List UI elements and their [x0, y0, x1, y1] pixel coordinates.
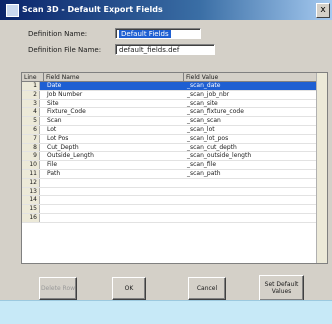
- table-row[interactable]: 3 Site _scan_site: [22, 99, 327, 109]
- grid-scrollbar[interactable]: [316, 73, 327, 263]
- row-number: 6: [22, 125, 40, 134]
- row-number: 7: [22, 134, 40, 143]
- table-row[interactable]: 11 Path _scan_path: [22, 169, 327, 179]
- table-row[interactable]: 7 Lot Pos _scan_lot_pos: [22, 134, 327, 144]
- row-number: 4: [22, 108, 40, 117]
- app-icon: [6, 4, 19, 17]
- field-value-cell[interactable]: _scan_date: [187, 82, 220, 91]
- field-name-cell[interactable]: Fixture_Code: [47, 108, 86, 117]
- grid-header: Line Field Name Field Value: [22, 73, 327, 82]
- fields-grid[interactable]: Line Field Name Field Value 1 Date _scan_d…: [21, 72, 328, 264]
- title-bar: Scan 3D - Default Export Fields x: [0, 0, 332, 20]
- field-value-cell[interactable]: _scan_scan: [187, 117, 221, 126]
- row-number: 3: [22, 99, 40, 108]
- table-row[interactable]: 10 File _scan_file: [22, 161, 327, 170]
- table-row[interactable]: 9 Outside_Length _scan_outside_length: [22, 152, 327, 162]
- row-number: 12: [22, 178, 40, 187]
- field-value-cell[interactable]: _scan_site: [187, 100, 218, 109]
- set-defaults-button[interactable]: Set Default Values: [259, 275, 304, 301]
- table-row[interactable]: 12: [22, 178, 327, 188]
- field-name-cell[interactable]: File: [47, 161, 57, 170]
- field-value-cell[interactable]: _scan_job_nbr: [187, 91, 229, 100]
- table-row[interactable]: 5 Scan _scan_scan: [22, 117, 327, 126]
- delete-row-button[interactable]: Delete Row: [39, 277, 77, 300]
- column-header-field-value[interactable]: Field Value: [184, 73, 318, 82]
- definition-name-label: Definition Name:: [28, 30, 88, 38]
- table-row[interactable]: 2 Job Number _scan_job_nbr: [22, 90, 327, 100]
- definition-file-input[interactable]: default_fields.def: [115, 44, 215, 55]
- row-number: 8: [22, 143, 40, 152]
- field-value-cell[interactable]: _scan_lot_pos: [187, 135, 228, 144]
- field-value-cell[interactable]: _scan_fixture_code: [187, 108, 244, 117]
- table-row[interactable]: 6 Lot _scan_lot: [22, 125, 327, 135]
- field-name-cell[interactable]: Lot: [47, 126, 56, 135]
- table-row[interactable]: 1 Date _scan_date: [22, 82, 327, 91]
- column-header-line[interactable]: Line: [22, 73, 44, 82]
- cancel-button[interactable]: Cancel: [188, 277, 226, 300]
- row-number: 11: [22, 169, 40, 178]
- ok-button[interactable]: OK: [112, 277, 146, 300]
- definition-name-input[interactable]: Default Fields: [115, 28, 201, 39]
- row-number: 10: [22, 161, 40, 169]
- definition-file-label: Definition File Name:: [28, 46, 102, 54]
- field-name-cell[interactable]: Outside_Length: [47, 152, 94, 161]
- field-value-cell[interactable]: _scan_cut_depth: [187, 144, 237, 153]
- table-row[interactable]: 4 Fixture_Code _scan_fixture_code: [22, 108, 327, 118]
- row-number: 2: [22, 90, 40, 99]
- row-number: 5: [22, 117, 40, 125]
- definition-name-value: Default Fields: [119, 30, 171, 38]
- field-name-cell[interactable]: Cut_Depth: [47, 144, 79, 153]
- field-name-cell[interactable]: Job Number: [47, 91, 82, 100]
- grid-body: 1 Date _scan_date 2 Job Number _scan_job_nbr 3…: [22, 82, 327, 223]
- field-value-cell[interactable]: _scan_lot: [187, 126, 215, 135]
- table-row[interactable]: 8 Cut_Depth _scan_cut_depth: [22, 143, 327, 153]
- field-name-cell[interactable]: Lot Pos: [47, 135, 68, 144]
- field-name-cell[interactable]: Date: [47, 82, 61, 91]
- field-value-cell[interactable]: _scan_outside_length: [187, 152, 251, 161]
- column-header-field-name[interactable]: Field Name: [44, 73, 184, 82]
- field-value-cell[interactable]: _scan_path: [187, 170, 221, 179]
- row-number: 1: [22, 82, 40, 90]
- row-number: 9: [22, 152, 40, 161]
- row-number: 14: [22, 196, 40, 205]
- field-name-cell[interactable]: Scan: [47, 117, 62, 126]
- field-name-cell[interactable]: Path: [47, 170, 60, 179]
- row-number: 16: [22, 213, 40, 222]
- row-number: 15: [22, 205, 40, 213]
- table-row[interactable]: 16: [22, 213, 327, 223]
- field-name-cell[interactable]: Site: [47, 100, 59, 109]
- row-number: 13: [22, 187, 40, 196]
- table-row[interactable]: 14: [22, 196, 327, 206]
- table-row[interactable]: 15: [22, 205, 327, 214]
- window-title: Scan 3D - Default Export Fields: [22, 5, 163, 14]
- close-button[interactable]: x: [316, 3, 330, 18]
- field-value-cell[interactable]: _scan_file: [187, 161, 216, 170]
- status-bar: [0, 300, 332, 324]
- table-row[interactable]: 13: [22, 187, 327, 197]
